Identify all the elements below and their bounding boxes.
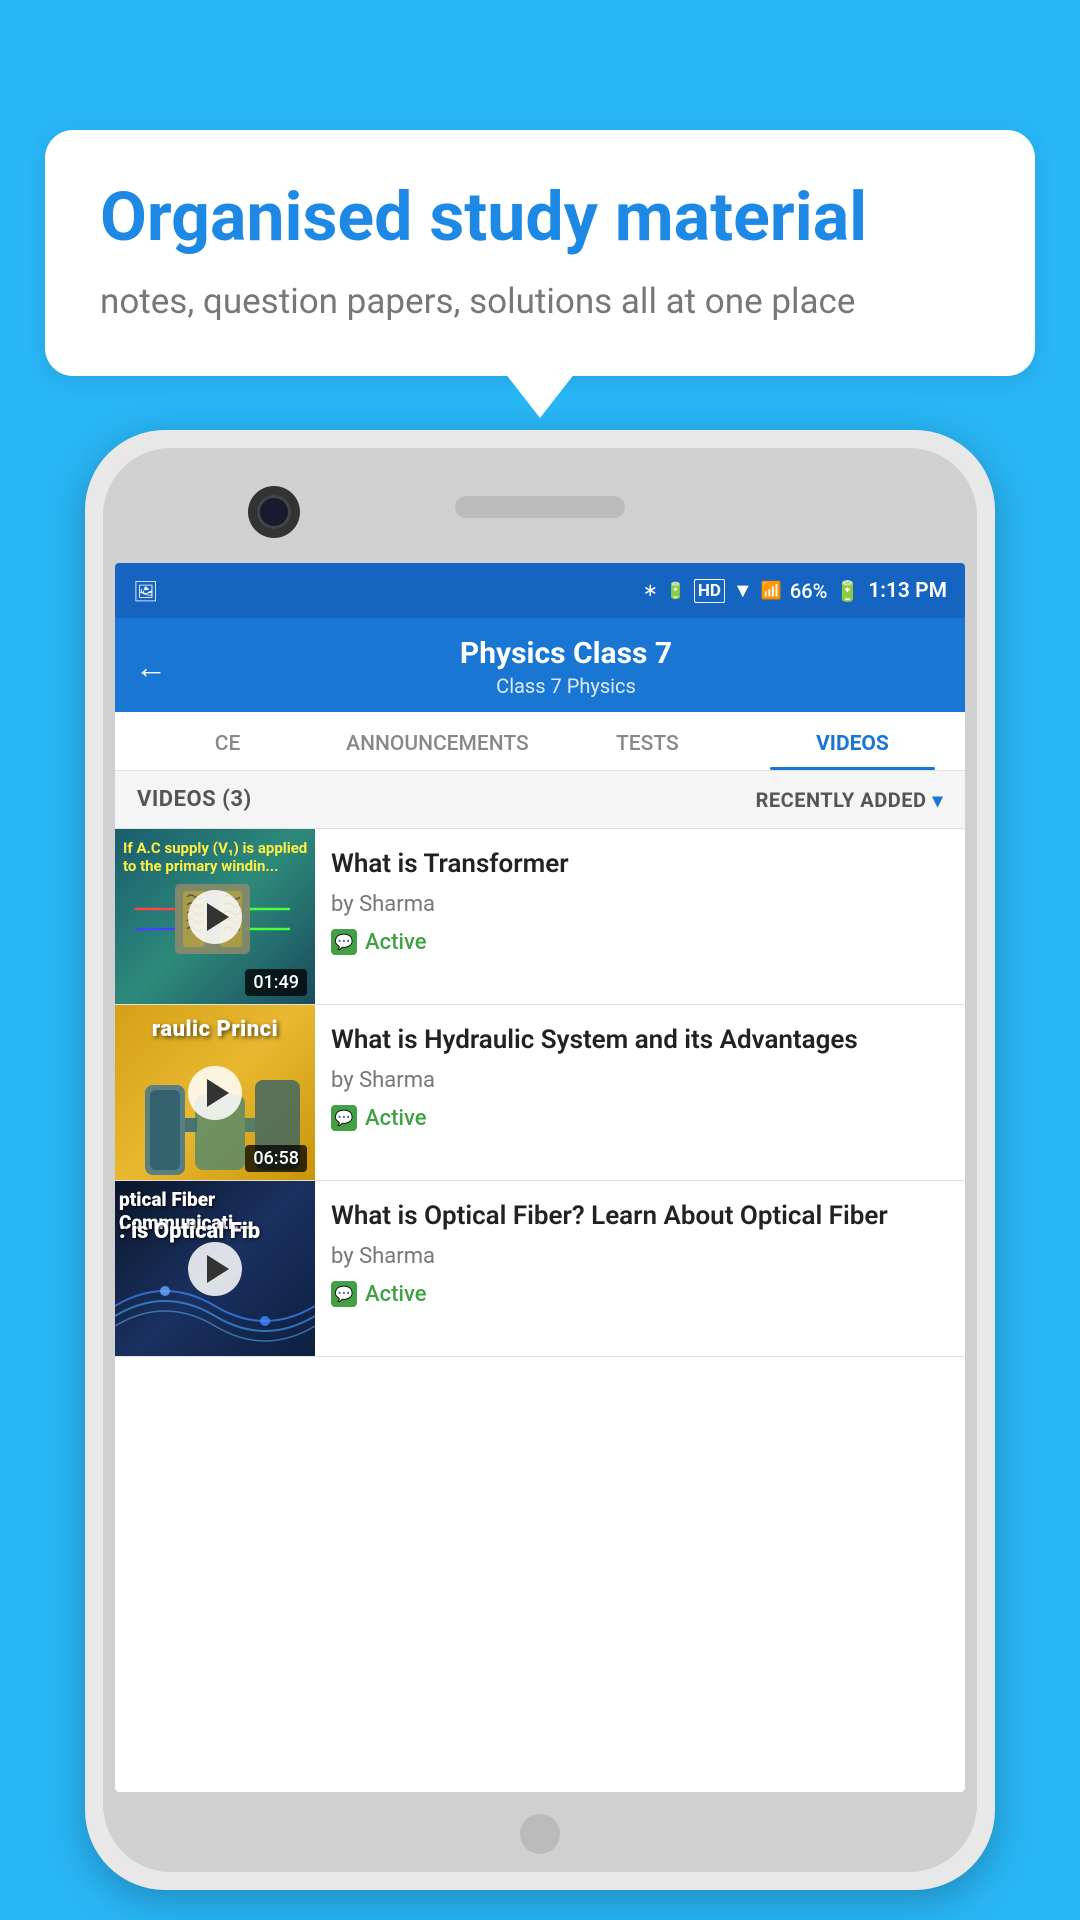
video-count: VIDEOS (3)	[137, 787, 252, 812]
play-button-3[interactable]	[188, 1242, 242, 1296]
phone-mockup: 🖼 ∗ 🔋 HD ▼ 📶 66% 🔋 1:13 PM ← Physics Cla	[85, 430, 995, 1890]
status-bar-right: ∗ 🔋 HD ▼ 📶 66% 🔋 1:13 PM	[643, 578, 947, 603]
video-info-3: What is Optical Fiber? Learn About Optic…	[315, 1181, 965, 1325]
video-info-1: What is Transformer by Sharma 💬 Active	[315, 829, 965, 973]
phone-screen: 🖼 ∗ 🔋 HD ▼ 📶 66% 🔋 1:13 PM ← Physics Cla	[115, 563, 965, 1792]
play-triangle-1	[207, 903, 229, 931]
battery-label: 66%	[790, 579, 827, 603]
status-image-icon: 🖼	[133, 579, 158, 603]
time-label: 1:13 PM	[868, 579, 947, 603]
video-status-2: 💬 Active	[331, 1105, 949, 1131]
video-status-3: 💬 Active	[331, 1281, 949, 1307]
status-bar-left: 🖼	[133, 579, 158, 603]
header-breadcrumb: Class 7 Physics	[187, 674, 945, 698]
sort-button[interactable]: RECENTLY ADDED ▾	[756, 788, 943, 812]
tab-tests[interactable]: TESTS	[545, 712, 750, 770]
phone-home-button[interactable]	[520, 1814, 560, 1854]
header-title: Physics Class 7	[187, 636, 945, 671]
app-header: ← Physics Class 7 Class 7 Physics	[115, 618, 965, 712]
tab-ce[interactable]: CE	[125, 712, 330, 770]
play-button-1[interactable]	[188, 890, 242, 944]
tab-announcements[interactable]: ANNOUNCEMENTS	[330, 712, 545, 770]
active-label-1: Active	[365, 930, 427, 955]
optical-thumb-text2: : is Optical Fib	[119, 1219, 260, 1244]
tab-bar: CE ANNOUNCEMENTS TESTS VIDEOS	[115, 712, 965, 771]
active-label-3: Active	[365, 1282, 427, 1307]
wifi-icon: ▼	[733, 578, 753, 603]
bubble-subtitle: notes, question papers, solutions all at…	[100, 277, 980, 326]
speech-bubble-container: Organised study material notes, question…	[45, 130, 1035, 376]
speech-bubble: Organised study material notes, question…	[45, 130, 1035, 376]
tab-videos[interactable]: VIDEOS	[750, 712, 955, 770]
active-label-2: Active	[365, 1106, 427, 1131]
chat-icon-1: 💬	[335, 933, 354, 951]
video-duration-1: 01:49	[245, 969, 307, 996]
chat-icon-2: 💬	[335, 1109, 354, 1127]
video-thumbnail-1: If A.C supply (V₁) is applied to the pri…	[115, 829, 315, 1004]
status-icon-1: 💬	[331, 929, 357, 955]
sort-label: RECENTLY ADDED	[756, 788, 927, 812]
phone-inner: 🖼 ∗ 🔋 HD ▼ 📶 66% 🔋 1:13 PM ← Physics Cla	[103, 448, 977, 1872]
play-button-2[interactable]	[188, 1066, 242, 1120]
video-item-3[interactable]: ptical Fiber Communicati... : is Optical…	[115, 1181, 965, 1357]
video-item-2[interactable]: raulic Princi 06:5	[115, 1005, 965, 1181]
list-header: VIDEOS (3) RECENTLY ADDED ▾	[115, 771, 965, 829]
video-title-3: What is Optical Fiber? Learn About Optic…	[331, 1199, 949, 1234]
phone-camera	[248, 486, 300, 538]
ac-label: If A.C supply (V₁) is applied to the pri…	[123, 839, 315, 875]
status-icon-3: 💬	[331, 1281, 357, 1307]
battery-icon: 🔋	[835, 579, 860, 603]
video-title-1: What is Transformer	[331, 847, 949, 882]
phone-speaker	[455, 496, 625, 518]
video-author-1: by Sharma	[331, 892, 949, 917]
play-triangle-3	[207, 1255, 229, 1283]
video-author-3: by Sharma	[331, 1244, 949, 1269]
video-status-1: 💬 Active	[331, 929, 949, 955]
video-info-2: What is Hydraulic System and its Advanta…	[315, 1005, 965, 1149]
chevron-down-icon: ▾	[932, 788, 943, 812]
video-author-2: by Sharma	[331, 1068, 949, 1093]
back-button[interactable]: ←	[135, 648, 167, 686]
bubble-title: Organised study material	[100, 180, 980, 255]
status-bar: 🖼 ∗ 🔋 HD ▼ 📶 66% 🔋 1:13 PM	[115, 563, 965, 618]
play-triangle-2	[207, 1079, 229, 1107]
header-text: Physics Class 7 Class 7 Physics	[187, 636, 945, 698]
video-thumbnail-3: ptical Fiber Communicati... : is Optical…	[115, 1181, 315, 1356]
video-thumbnail-2: raulic Princi 06:5	[115, 1005, 315, 1180]
hd-label: HD	[694, 579, 725, 603]
vibrate-icon: 🔋	[666, 581, 686, 600]
video-item-1[interactable]: If A.C supply (V₁) is applied to the pri…	[115, 829, 965, 1005]
video-duration-2: 06:58	[245, 1145, 307, 1172]
signal-icon: 📶	[761, 581, 782, 601]
bluetooth-icon: ∗	[643, 580, 658, 601]
chat-icon-3: 💬	[335, 1285, 354, 1303]
video-title-2: What is Hydraulic System and its Advanta…	[331, 1023, 949, 1058]
status-icon-2: 💬	[331, 1105, 357, 1131]
